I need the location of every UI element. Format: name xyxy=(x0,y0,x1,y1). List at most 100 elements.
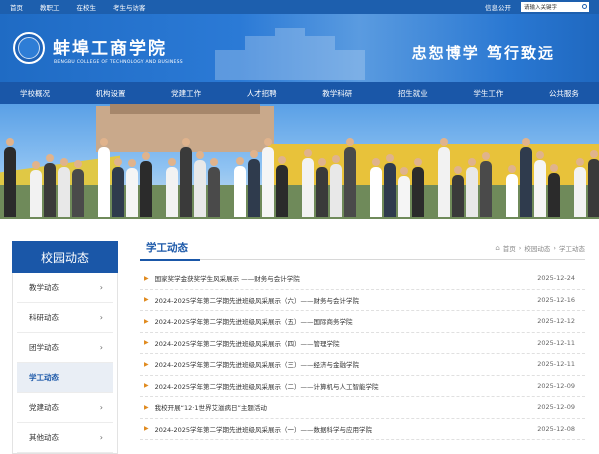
crowd-person xyxy=(384,154,396,217)
hero-building-roof xyxy=(110,104,260,114)
news-title[interactable]: 2024-2025学年第二学期先进班级风采展示（四）——管理学院 xyxy=(155,338,538,348)
breadcrumb-separator: › xyxy=(553,243,556,252)
news-item[interactable]: ▶ 国家奖学金获奖学生风采展示 ——财务与会计学院 2025-12-24 xyxy=(140,268,585,290)
top-link-staff[interactable]: 教职工 xyxy=(40,2,60,12)
news-item[interactable]: ▶ 2024-2025学年第二学期先进班级风采展示（二）——计算机与人工智能学院 2… xyxy=(140,376,585,397)
main-nav: 学校概况 机构设置 党建工作 人才招聘 教学科研 招生就业 学生工作 公共服务 xyxy=(0,82,599,104)
crowd-person xyxy=(30,161,42,217)
triangle-bullet-icon: ▶ xyxy=(144,425,149,433)
sidebar-item-teaching[interactable]: 教学动态 › xyxy=(17,273,113,303)
crowd-person xyxy=(208,158,220,217)
nav-item-about[interactable]: 学校概况 xyxy=(20,88,50,99)
news-item[interactable]: ▶ 我校开展“12·1世界艾滋病日”主题活动 2025-12-09 xyxy=(140,397,585,419)
crowd-person xyxy=(466,158,478,217)
search-placeholder: 请输入关键字 xyxy=(524,5,558,11)
info-disclosure-link[interactable]: 信息公开 xyxy=(485,2,511,12)
sidebar-item-label: 其他动态 xyxy=(29,433,59,442)
news-list: ▶ 国家奖学金获奖学生风采展示 ——财务与会计学院 2025-12-24 ▶ 2024… xyxy=(140,268,585,440)
crowd-person xyxy=(480,152,492,217)
sidebar-item-research[interactable]: 科研动态 › xyxy=(17,303,113,333)
crowd-person xyxy=(316,158,328,217)
news-title[interactable]: 2024-2025学年第二学期先进班级风采展示（三）——经济与金融学院 xyxy=(155,359,538,369)
crowd-person xyxy=(180,138,192,217)
news-title[interactable]: 2024-2025学年第二学期先进班级风采展示（二）——计算机与人工智能学院 xyxy=(155,381,538,391)
news-title[interactable]: 2024-2025学年第二学期先进班级风采展示（五）——国际商务学院 xyxy=(155,316,538,326)
sidebar-title: 校园动态 xyxy=(12,241,118,273)
sidebar-item-party[interactable]: 党建动态 › xyxy=(17,393,113,423)
nav-item-organization[interactable]: 机构设置 xyxy=(96,88,126,99)
crowd-person xyxy=(58,158,70,217)
home-icon: ⌂ xyxy=(495,243,500,252)
crowd-person xyxy=(4,138,16,217)
top-link-home[interactable]: 首页 xyxy=(10,2,23,12)
chevron-right-icon: › xyxy=(99,283,103,292)
news-item[interactable]: ▶ 2024-2025学年第二学期先进班级风采展示（六）——财务与会计学院 2025… xyxy=(140,290,585,311)
crowd-person xyxy=(126,159,138,217)
nav-item-services[interactable]: 公共服务 xyxy=(549,88,579,99)
school-motto: 忠恕博学 笃行致远 xyxy=(411,44,555,62)
crowd-person xyxy=(330,155,342,217)
news-title[interactable]: 国家奖学金获奖学生风采展示 ——财务与会计学院 xyxy=(155,273,538,283)
crowd-person xyxy=(412,158,424,217)
sidebar-item-label: 学工动态 xyxy=(29,373,59,382)
nav-item-party[interactable]: 党建工作 xyxy=(171,88,201,99)
triangle-bullet-icon: ▶ xyxy=(144,296,149,304)
news-item[interactable]: ▶ 2024-2025学年第二学期先进班级风采展示（三）——经济与金融学院 2025… xyxy=(140,354,585,376)
news-item[interactable]: ▶ 2024-2025学年第二学期先进班级风采展示（四）——管理学院 2025-12… xyxy=(140,333,585,354)
crowd-person xyxy=(140,152,152,217)
sidebar-item-other[interactable]: 其他动态 › xyxy=(17,423,113,453)
chevron-right-icon: › xyxy=(99,343,103,352)
sidebar-item-label: 科研动态 xyxy=(29,313,59,322)
crowd-person xyxy=(574,158,586,217)
crowd-person xyxy=(534,151,546,217)
page-title: 学工动态 xyxy=(140,236,200,261)
search-input[interactable]: 请输入关键字 xyxy=(521,2,589,12)
chevron-right-icon: › xyxy=(99,403,103,412)
nav-item-teaching[interactable]: 教学科研 xyxy=(322,88,352,99)
top-links: 首页 教职工 在校生 考生与访客 xyxy=(10,2,146,12)
crowd-person xyxy=(548,164,560,217)
sidebar-list: 教学动态 › 科研动态 › 团学动态 › 学工动态 党建动态 › 其他动态 › xyxy=(12,273,118,454)
crowd-person xyxy=(44,154,56,217)
nav-item-admissions[interactable]: 招生就业 xyxy=(398,88,428,99)
news-date: 2025-12-09 xyxy=(537,381,575,390)
news-item[interactable]: ▶ 2024-2025学年第二学期先进班级风采展示（一）——数据科学与应用学院 20… xyxy=(140,419,585,440)
crowd-person xyxy=(112,158,124,217)
search-icon[interactable] xyxy=(582,4,587,9)
building-illustration xyxy=(215,28,365,80)
triangle-bullet-icon: ▶ xyxy=(144,360,149,368)
hero-banner xyxy=(0,104,599,219)
crowd-person xyxy=(506,165,518,217)
sidebar: 校园动态 教学动态 › 科研动态 › 团学动态 › 学工动态 党建动态 › 其他动态 › xyxy=(12,241,118,454)
sidebar-item-student-work[interactable]: 学工动态 xyxy=(17,363,113,393)
news-date: 2025-12-12 xyxy=(537,317,575,326)
breadcrumb-separator: › xyxy=(518,243,522,252)
nav-item-recruitment[interactable]: 人才招聘 xyxy=(247,88,277,99)
news-title[interactable]: 2024-2025学年第二学期先进班级风采展示（六）——财务与会计学院 xyxy=(155,295,538,305)
triangle-bullet-icon: ▶ xyxy=(144,403,149,411)
crowd-person xyxy=(398,167,410,217)
site-header: 蚌埠工商学院 BENGBU COLLEGE OF TECHNOLOGY AND … xyxy=(0,14,599,82)
crowd-person xyxy=(588,150,599,217)
breadcrumb-campus-news[interactable]: 校园动态 xyxy=(524,243,550,253)
chevron-right-icon: › xyxy=(99,313,103,322)
news-date: 2025-12-16 xyxy=(537,295,575,304)
triangle-bullet-icon: ▶ xyxy=(144,339,149,347)
news-title[interactable]: 我校开展“12·1世界艾滋病日”主题活动 xyxy=(155,402,538,412)
sidebar-item-label: 教学动态 xyxy=(29,283,59,292)
top-link-visitors[interactable]: 考生与访客 xyxy=(113,2,146,12)
news-item[interactable]: ▶ 2024-2025学年第二学期先进班级风采展示（五）——国际商务学院 2025-… xyxy=(140,311,585,333)
crowd-person xyxy=(248,150,260,217)
crowd-person xyxy=(520,138,532,217)
crowd-person xyxy=(262,138,274,217)
school-logo[interactable] xyxy=(13,32,45,64)
chevron-right-icon: › xyxy=(99,433,103,442)
news-title[interactable]: 2024-2025学年第二学期先进班级风采展示（一）——数据科学与应用学院 xyxy=(155,424,538,434)
top-link-students[interactable]: 在校生 xyxy=(77,2,97,12)
sidebar-item-label: 党建动态 xyxy=(29,403,59,412)
nav-item-student-work[interactable]: 学生工作 xyxy=(473,88,503,99)
crowd-person xyxy=(302,149,314,217)
breadcrumb-home[interactable]: 首页 xyxy=(503,243,516,253)
top-utility-bar: 首页 教职工 在校生 考生与访客 信息公开 请输入关键字 xyxy=(0,0,599,14)
sidebar-item-league[interactable]: 团学动态 › xyxy=(17,333,113,363)
